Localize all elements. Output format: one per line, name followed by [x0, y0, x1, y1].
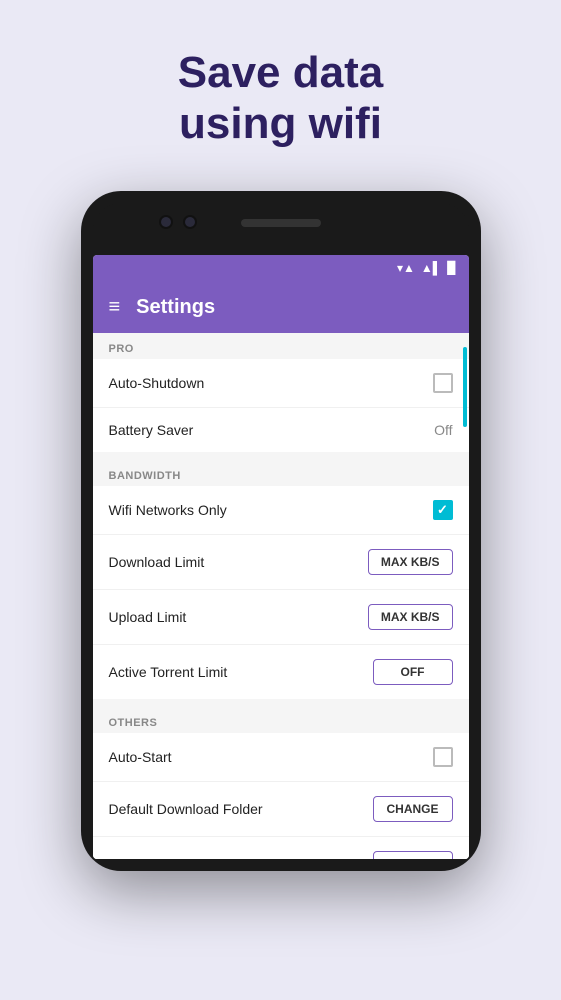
camera-left	[161, 217, 171, 227]
active-torrent-label: Active Torrent Limit	[109, 664, 228, 680]
battery-saver-label: Battery Saver	[109, 422, 194, 438]
section-others: Auto-Start Default Download Folder CHANG…	[93, 733, 469, 859]
battery-saver-value: Off	[434, 422, 452, 438]
download-limit-button[interactable]: MAX KB/S	[368, 549, 453, 575]
incoming-port-label: Incoming Port	[109, 856, 195, 859]
phone-frame: ▾▲ ▲▌ ▉ ≡ Settings PRO	[81, 191, 481, 871]
default-download-folder-button[interactable]: CHANGE	[373, 796, 453, 822]
phone-notch	[93, 203, 469, 255]
section-bandwidth: Wifi Networks Only Download Limit MAX KB…	[93, 486, 469, 699]
scrollbar-track[interactable]	[463, 337, 467, 859]
wifi-networks-checkbox[interactable]	[433, 500, 453, 520]
menu-icon[interactable]: ≡	[109, 297, 121, 317]
phone-speaker	[241, 219, 321, 227]
upload-limit-label: Upload Limit	[109, 609, 187, 625]
scrollbar-thumb	[463, 347, 467, 427]
default-download-folder-label: Default Download Folder	[109, 801, 263, 817]
auto-shutdown-label: Auto-Shutdown	[109, 375, 205, 391]
list-item[interactable]: Battery Saver Off	[93, 408, 469, 452]
camera-right	[185, 217, 195, 227]
wifi-networks-label: Wifi Networks Only	[109, 502, 227, 518]
app-bar: ≡ Settings	[93, 281, 469, 333]
list-item[interactable]: Auto-Shutdown	[93, 359, 469, 408]
section-pro: Auto-Shutdown Battery Saver Off	[93, 359, 469, 452]
incoming-port-button[interactable]: 0	[373, 851, 453, 859]
list-item[interactable]: Active Torrent Limit OFF	[93, 645, 469, 699]
download-limit-label: Download Limit	[109, 554, 205, 570]
list-item[interactable]: Download Limit MAX KB/S	[93, 535, 469, 590]
active-torrent-button[interactable]: OFF	[373, 659, 453, 685]
hero-line1: Save data	[178, 48, 383, 97]
hero-line2: using wifi	[179, 99, 382, 148]
list-item[interactable]: Incoming Port 0	[93, 837, 469, 859]
auto-start-label: Auto-Start	[109, 749, 172, 765]
battery-icon: ▉	[447, 261, 456, 275]
section-header-bandwidth: BANDWIDTH	[93, 460, 469, 486]
auto-start-checkbox[interactable]	[433, 747, 453, 767]
screen-content: PRO Auto-Shutdown Battery Saver Off BAND…	[93, 333, 469, 859]
auto-shutdown-checkbox[interactable]	[433, 373, 453, 393]
section-header-others: OTHERS	[93, 707, 469, 733]
phone-screen: ▾▲ ▲▌ ▉ ≡ Settings PRO	[93, 255, 469, 859]
section-header-pro: PRO	[93, 333, 469, 359]
status-bar: ▾▲ ▲▌ ▉	[93, 255, 469, 281]
list-item[interactable]: Wifi Networks Only	[93, 486, 469, 535]
list-item[interactable]: Upload Limit MAX KB/S	[93, 590, 469, 645]
wifi-icon: ▾▲	[397, 261, 415, 275]
upload-limit-button[interactable]: MAX KB/S	[368, 604, 453, 630]
hero-text: Save data using wifi	[0, 0, 561, 181]
signal-icon: ▲▌	[421, 261, 441, 275]
app-bar-title: Settings	[136, 296, 215, 319]
list-item[interactable]: Auto-Start	[93, 733, 469, 782]
settings-list: PRO Auto-Shutdown Battery Saver Off BAND…	[93, 333, 469, 859]
list-item[interactable]: Default Download Folder CHANGE	[93, 782, 469, 837]
phone-frame-wrapper: ▾▲ ▲▌ ▉ ≡ Settings PRO	[0, 181, 561, 871]
